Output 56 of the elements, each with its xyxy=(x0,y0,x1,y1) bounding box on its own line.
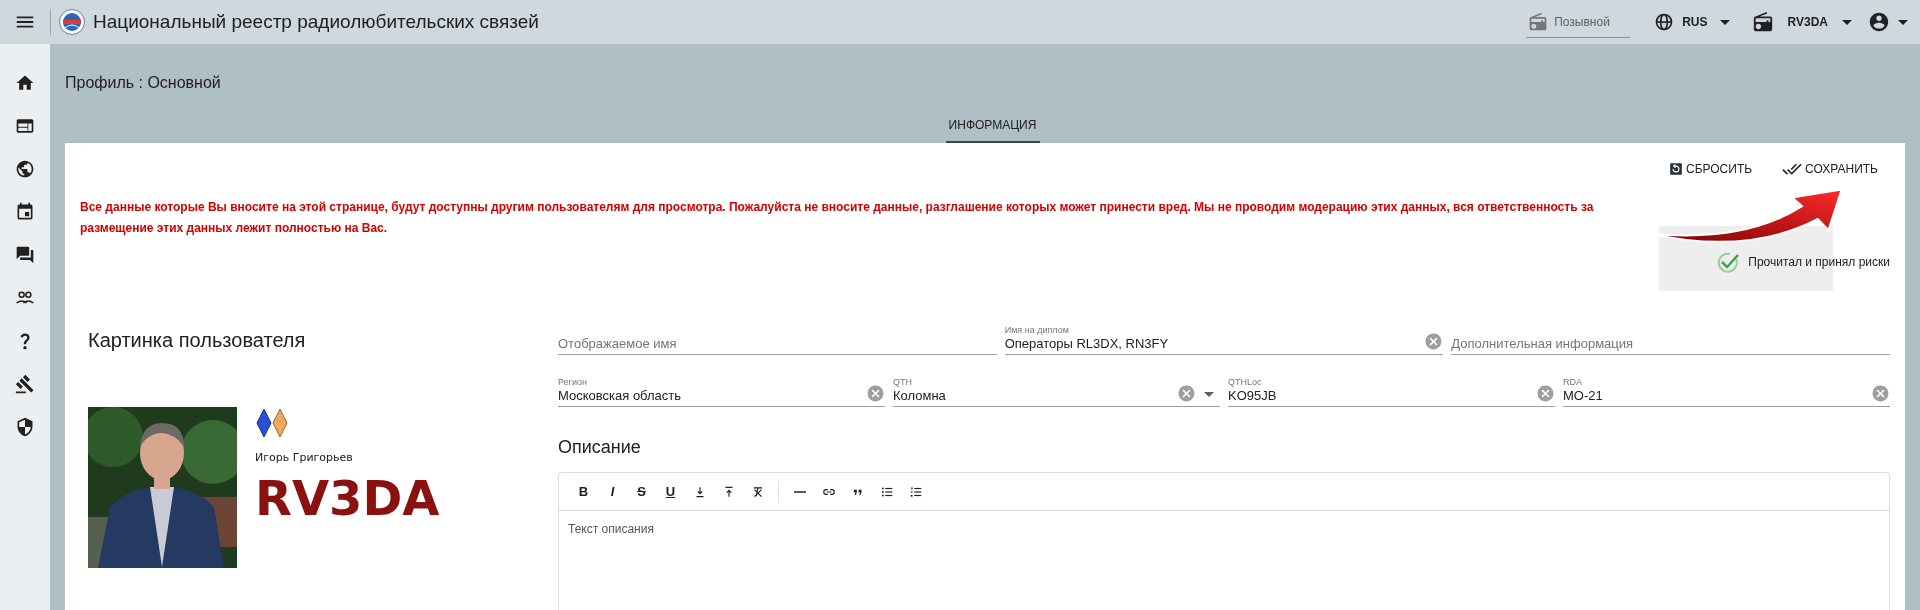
clear-icon xyxy=(1424,332,1444,351)
caret-icon xyxy=(1719,19,1730,25)
gavel-icon xyxy=(15,373,35,394)
check-icon xyxy=(1716,251,1741,273)
field-label: Регион xyxy=(558,377,588,388)
italic-button[interactable]: I xyxy=(598,479,627,504)
calendar-icon xyxy=(15,201,35,222)
section-heading: Картинка пользователя xyxy=(88,329,307,352)
text-field[interactable]: Московская область xyxy=(558,388,862,403)
strike-button[interactable]: S xyxy=(627,479,656,504)
field-label: Имя на диплом xyxy=(1004,325,1070,336)
text-field[interactable]: MO-21 xyxy=(1563,388,1867,403)
account-menu-button[interactable] xyxy=(1868,11,1908,33)
page-title: Профиль : Основной xyxy=(65,73,222,93)
caret-icon xyxy=(1204,392,1214,397)
globe-icon xyxy=(1654,12,1675,32)
underline-button[interactable]: U xyxy=(656,479,685,504)
text-field[interactable]: Коломна xyxy=(893,388,1173,403)
user-name: Игорь Григорьев xyxy=(255,451,354,464)
clear-icon xyxy=(1177,384,1196,403)
editor-placeholder: Текст описания xyxy=(568,522,654,536)
numbers-icon xyxy=(908,484,923,499)
text-field[interactable]: Дополнительная информация xyxy=(1451,336,1890,351)
reset-button[interactable]: СБРОСИТЬ xyxy=(1668,155,1753,183)
text-field[interactable]: KO95JB xyxy=(1228,388,1532,403)
app-title: Национальный реестр радиолюбительских связей xyxy=(93,11,539,33)
globe-icon xyxy=(15,158,35,179)
text-field[interactable]: Операторы RL3DX, RN3FY xyxy=(1004,336,1421,351)
callsign-search-field[interactable]: Позывной xyxy=(1554,14,1621,29)
caret-icon xyxy=(1898,19,1908,25)
restore-icon xyxy=(1668,162,1683,176)
rule-icon xyxy=(793,490,806,493)
checkbox-label: Прочитал и принял риски xyxy=(1748,255,1890,269)
logo-icon xyxy=(59,9,85,35)
callsign: RV3DA xyxy=(255,470,440,526)
radio-icon xyxy=(1528,11,1549,32)
text-field[interactable]: Отображаемое имя xyxy=(558,336,997,351)
clear-icon xyxy=(1871,384,1890,403)
clear-icon xyxy=(1536,384,1555,403)
field-label: QTH xyxy=(893,377,913,388)
radio-icon xyxy=(1751,11,1774,33)
field-label: RDA xyxy=(1563,377,1583,388)
warning-text: Все данные которые Вы вносите на этой странице, будут доступны другим пользователям для просмотра. Пожалуйста не вносите данные, разглашение которых может принести вред. Мы не проводим модерацию этих данных, вся ответственность за размещение этих данных лежит полностью на Вас. xyxy=(80,199,1595,237)
shield-icon xyxy=(15,416,35,437)
checkbox[interactable] xyxy=(1716,251,1741,273)
save-button[interactable]: СОХРАНИТЬ xyxy=(1782,155,1878,183)
chat-icon xyxy=(15,244,35,265)
account-icon xyxy=(1868,11,1890,33)
bold-button[interactable]: B xyxy=(569,479,598,504)
caret-icon xyxy=(1842,19,1852,25)
field-label: QTHLoc xyxy=(1228,377,1263,388)
description-editor[interactable]: Текст описания xyxy=(559,511,1889,610)
clear-icon xyxy=(866,384,885,403)
station-menu-button[interactable]: RV3DA xyxy=(1751,11,1828,33)
section-heading: Описание xyxy=(558,437,642,458)
language-menu-button[interactable]: RUS xyxy=(1654,12,1730,32)
